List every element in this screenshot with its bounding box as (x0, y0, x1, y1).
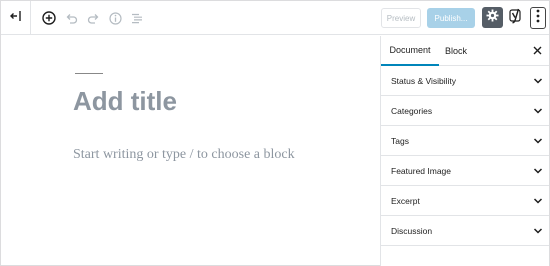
chevron-down-icon (533, 167, 543, 175)
panel-featured-image[interactable]: Featured Image (381, 156, 549, 186)
chevron-down-icon (533, 107, 543, 115)
title-separator (75, 73, 103, 74)
panel-categories[interactable]: Categories (381, 96, 549, 126)
panel-label: Categories (391, 105, 433, 116)
outline-icon (131, 13, 143, 24)
add-block-icon (42, 11, 56, 25)
redo-button[interactable] (83, 8, 103, 28)
panel-discussion[interactable]: Discussion (381, 216, 549, 246)
back-button[interactable] (1, 1, 31, 35)
panel-status-visibility[interactable]: Status & Visibility (381, 66, 549, 96)
post-title-input[interactable]: Add title (73, 86, 177, 117)
settings-sidebar: Document Block Status & Visibility Categ… (380, 36, 549, 266)
panel-label: Excerpt (391, 195, 420, 206)
publish-button[interactable]: Publish... (427, 8, 475, 28)
redo-icon (87, 12, 100, 24)
chevron-down-icon (533, 77, 543, 85)
chevron-down-icon (533, 227, 543, 235)
default-block-appender[interactable]: Start writing or type / to choose a bloc… (73, 147, 295, 163)
panel-label: Tags (391, 135, 409, 146)
close-icon (533, 42, 542, 60)
preview-button[interactable]: Preview (381, 8, 421, 28)
undo-button[interactable] (61, 8, 81, 28)
yoast-icon (509, 8, 523, 29)
sidebar-tabs: Document Block (381, 36, 549, 66)
chevron-down-icon (533, 137, 543, 145)
settings-button[interactable] (482, 7, 503, 28)
chevron-down-icon (533, 197, 543, 205)
panel-tags[interactable]: Tags (381, 126, 549, 156)
panel-label: Featured Image (391, 165, 452, 176)
panel-label: Discussion (391, 225, 433, 236)
panel-label: Status & Visibility (391, 75, 457, 86)
tab-document[interactable]: Document (381, 36, 439, 66)
more-options-icon (536, 9, 540, 28)
editor-toolbar: Preview Publish... (1, 1, 549, 35)
add-block-button[interactable] (39, 8, 59, 28)
more-options-button[interactable] (530, 7, 546, 29)
content-info-button[interactable] (105, 8, 125, 28)
close-sidebar-button[interactable] (531, 45, 543, 57)
back-icon (9, 9, 22, 27)
yoast-seo-button[interactable] (508, 8, 524, 28)
editor-canvas: Add title Start writing or type / to cho… (1, 36, 380, 266)
gear-icon (486, 9, 499, 27)
undo-icon (65, 12, 78, 24)
block-navigation-button[interactable] (127, 8, 147, 28)
panel-excerpt[interactable]: Excerpt (381, 186, 549, 216)
tab-block[interactable]: Block (445, 36, 470, 66)
info-icon (108, 11, 122, 25)
